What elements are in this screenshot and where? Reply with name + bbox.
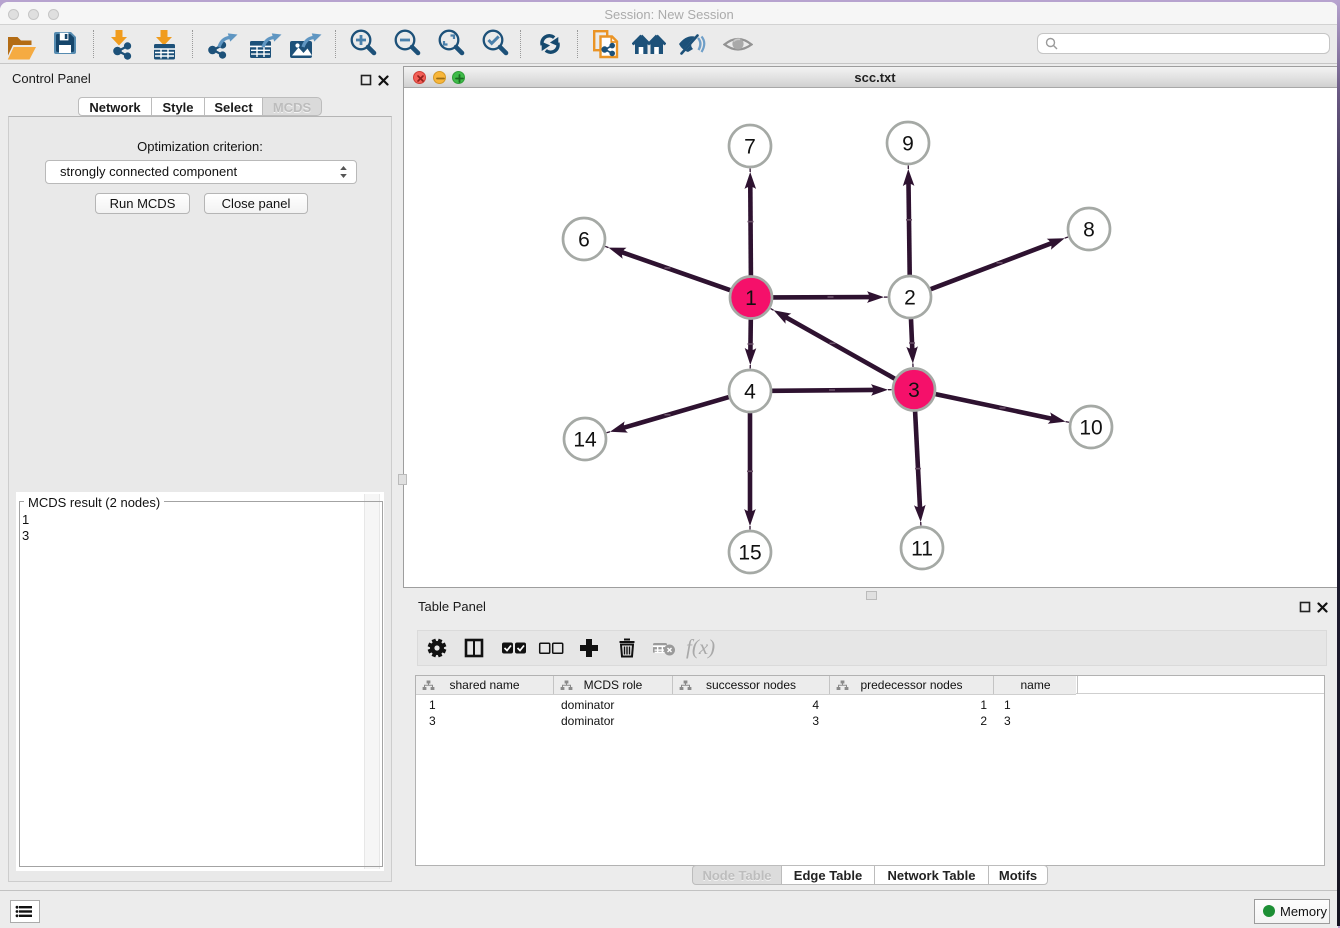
svg-text:10: 10: [1079, 416, 1102, 439]
svg-text:1: 1: [745, 287, 757, 310]
svg-text:7: 7: [744, 135, 756, 158]
svg-text:6: 6: [578, 228, 590, 251]
svg-text:4: 4: [744, 380, 756, 403]
svg-text:2: 2: [904, 286, 916, 309]
svg-text:11: 11: [911, 537, 933, 560]
svg-text:9: 9: [902, 132, 914, 155]
svg-text:15: 15: [738, 541, 761, 564]
svg-text:8: 8: [1083, 218, 1095, 241]
svg-text:14: 14: [573, 428, 597, 451]
svg-text:3: 3: [908, 379, 920, 402]
